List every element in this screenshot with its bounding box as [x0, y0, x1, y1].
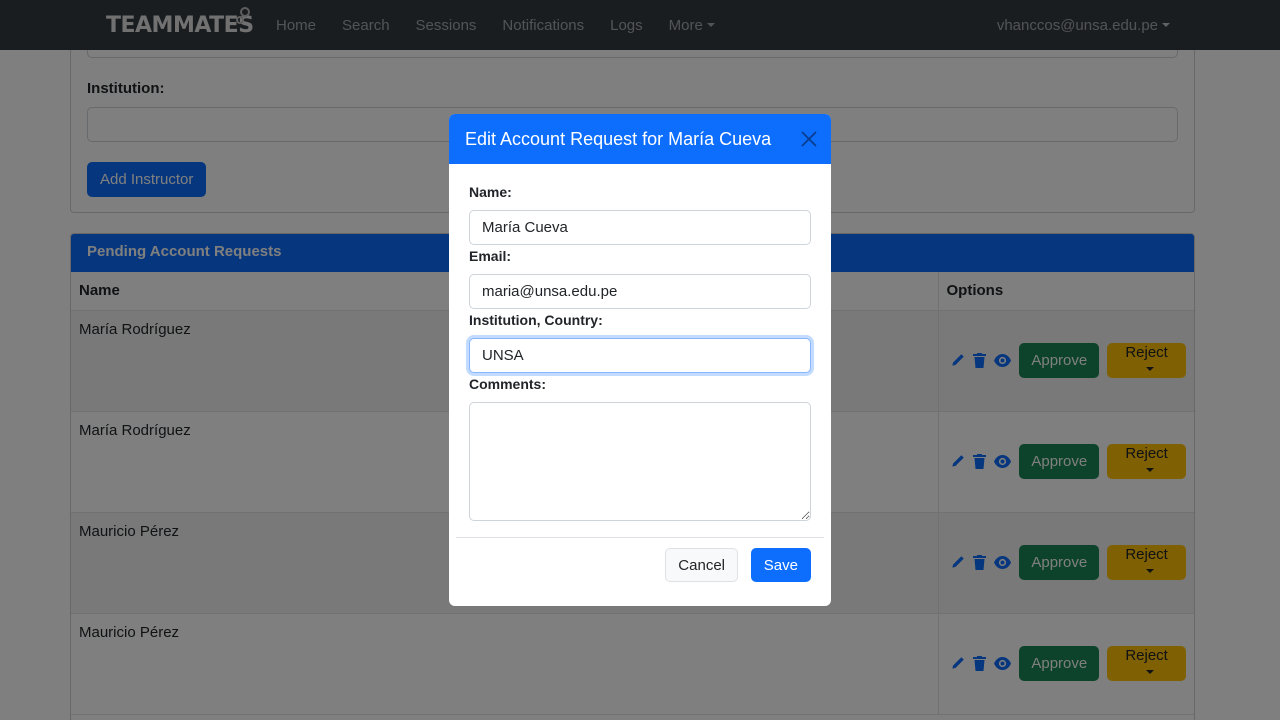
name-input[interactable] — [469, 210, 811, 245]
institution-country-label: Institution, Country: — [469, 312, 603, 328]
cancel-button[interactable]: Cancel — [665, 548, 738, 582]
name-label: Name: — [469, 184, 512, 200]
email-input[interactable] — [469, 274, 811, 309]
save-button[interactable]: Save — [750, 548, 811, 582]
close-icon[interactable] — [801, 131, 817, 147]
edit-account-request-modal: Edit Account Request for María Cueva Nam… — [449, 114, 831, 606]
comments-label: Comments: — [469, 376, 547, 392]
comments-textarea[interactable] — [469, 402, 811, 521]
institution-country-input[interactable] — [469, 338, 811, 373]
modal-header: Edit Account Request for María Cueva — [449, 114, 831, 164]
modal-footer: Cancel Save — [456, 537, 824, 606]
email-label: Email: — [469, 248, 512, 264]
modal-title: Edit Account Request for María Cueva — [465, 128, 772, 149]
